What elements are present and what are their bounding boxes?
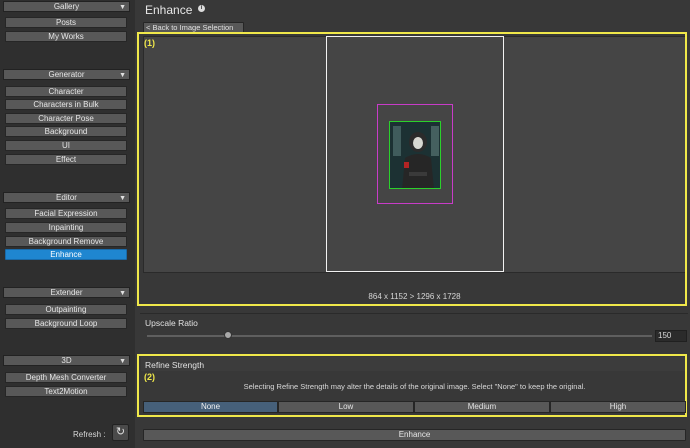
refine-option-medium[interactable]: Medium: [414, 401, 550, 413]
sidebar-item-inpainting[interactable]: Inpainting: [5, 222, 127, 233]
upscale-ratio-slider[interactable]: [147, 335, 652, 337]
section-header-extender[interactable]: Extender ▼: [3, 287, 130, 298]
refine-strength-description: Selecting Refine Strength may alter the …: [243, 382, 586, 391]
sidebar-item-ui[interactable]: UI: [5, 140, 127, 151]
sidebar-item-my-works[interactable]: My Works: [5, 31, 127, 42]
sidebar-item-effect[interactable]: Effect: [5, 154, 127, 165]
section-header-gallery[interactable]: Gallery ▼: [3, 1, 130, 12]
sidebar-item-background[interactable]: Background: [5, 126, 127, 137]
chevron-down-icon[interactable]: ▼: [119, 71, 126, 80]
sidebar-item-background-loop[interactable]: Background Loop: [5, 318, 127, 329]
sidebar-item-background-remove[interactable]: Background Remove: [5, 236, 127, 247]
chevron-down-icon[interactable]: ▼: [119, 289, 126, 298]
marker-2-label: (2): [144, 372, 155, 382]
sidebar-item-enhance[interactable]: Enhance: [5, 249, 127, 260]
chevron-down-icon[interactable]: ▼: [119, 3, 126, 12]
section-header-editor[interactable]: Editor ▼: [3, 192, 130, 203]
preview-highlight-box: [137, 32, 687, 306]
chevron-down-icon[interactable]: ▼: [119, 194, 126, 203]
chevron-down-icon[interactable]: ▼: [119, 357, 126, 366]
refine-option-high[interactable]: High: [550, 401, 686, 413]
refine-option-low[interactable]: Low: [278, 401, 414, 413]
refresh-button[interactable]: ↻: [112, 424, 129, 441]
section-header-label: Editor: [56, 193, 77, 202]
sidebar: Gallery ▼ Posts My Works Generator ▼ Cha…: [0, 0, 135, 448]
section-header-3d[interactable]: 3D ▼: [3, 355, 130, 366]
section-header-label: Generator: [48, 70, 85, 79]
refine-option-none[interactable]: None: [143, 401, 278, 413]
sidebar-item-outpainting[interactable]: Outpainting: [5, 304, 127, 315]
refresh-label: Refresh :: [73, 430, 106, 439]
upscale-ratio-label: Upscale Ratio: [145, 318, 198, 328]
resolution-text: 864 x 1152 > 1296 x 1728: [368, 292, 461, 301]
section-header-generator[interactable]: Generator ▼: [3, 69, 130, 80]
sidebar-item-character-pose[interactable]: Character Pose: [5, 113, 127, 124]
refresh-icon: ↻: [115, 426, 126, 438]
sidebar-item-characters-in-bulk[interactable]: Characters in Bulk: [5, 99, 127, 110]
sidebar-item-posts[interactable]: Posts: [5, 17, 127, 28]
page-title: Enhance: [145, 3, 193, 17]
marker-1-label: (1): [144, 38, 155, 48]
section-header-label: Gallery: [53, 2, 80, 11]
section-header-label: 3D: [61, 356, 72, 365]
divider: [140, 313, 688, 314]
sidebar-item-facial-expression[interactable]: Facial Expression: [5, 208, 127, 219]
sidebar-item-text2motion[interactable]: Text2Motion: [5, 386, 127, 397]
sidebar-item-depth-mesh-converter[interactable]: Depth Mesh Converter: [5, 372, 127, 383]
upscale-ratio-slider-handle[interactable]: [223, 331, 232, 339]
section-header-label: Extender: [50, 288, 83, 297]
upscale-ratio-value-field[interactable]: 150: [655, 330, 687, 342]
sidebar-item-character[interactable]: Character: [5, 86, 127, 97]
info-icon[interactable]: i: [198, 5, 205, 12]
enhance-button[interactable]: Enhance: [143, 429, 686, 441]
